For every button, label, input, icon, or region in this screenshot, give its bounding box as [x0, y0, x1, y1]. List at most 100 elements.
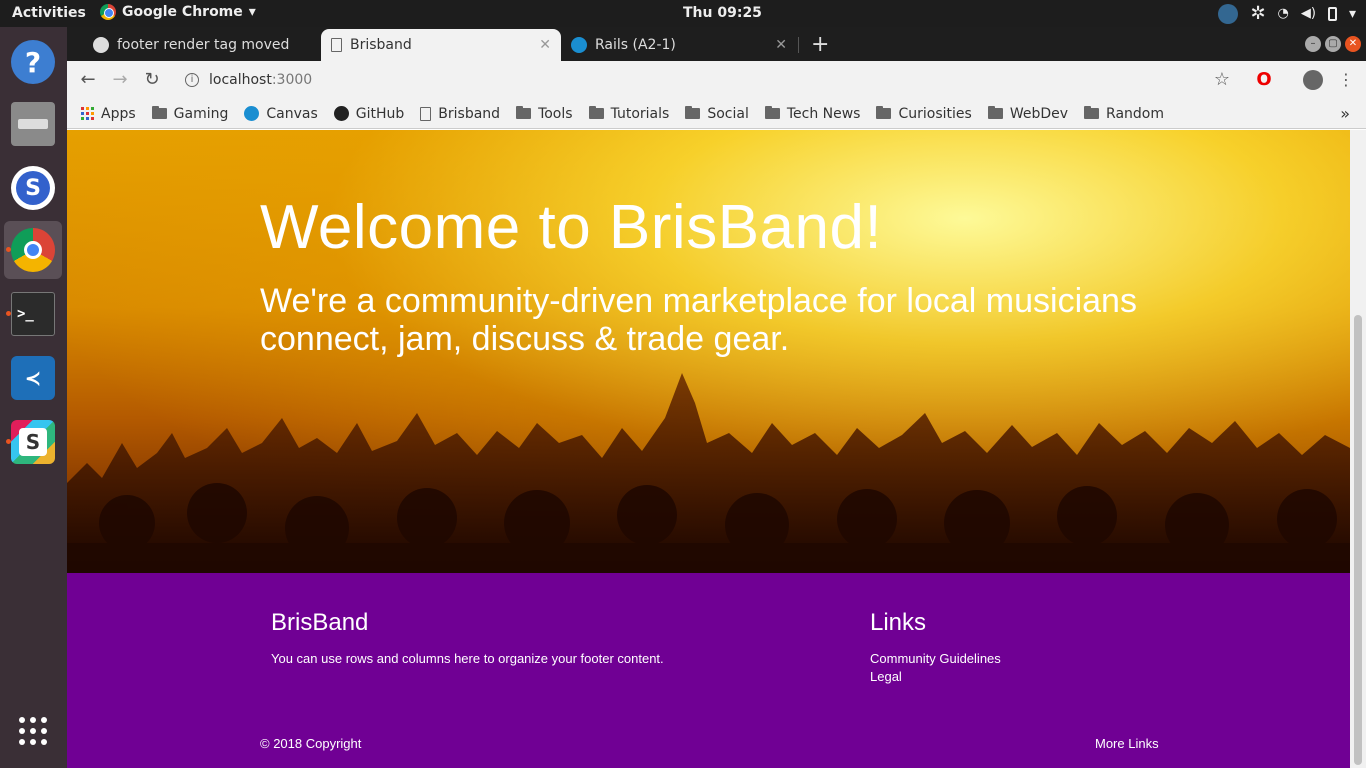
battery-icon[interactable] — [1327, 6, 1337, 21]
bookmark-brisband[interactable]: Brisband — [420, 106, 500, 122]
reload-button[interactable]: ↻ — [141, 69, 163, 91]
url-port: :3000 — [271, 72, 313, 88]
chrome-icon — [11, 228, 55, 272]
dock-simplenote[interactable]: S — [4, 159, 62, 217]
more-bookmarks-button[interactable]: » — [1340, 104, 1350, 123]
app-name: Google Chrome — [122, 4, 243, 20]
activities-button[interactable]: Activities — [12, 5, 86, 21]
bookmark-social[interactable]: Social — [685, 106, 749, 122]
folder-icon — [588, 106, 604, 119]
apps-grid-icon — [81, 107, 94, 120]
tab-title: footer render tag moved — [117, 37, 290, 53]
page-icon — [420, 106, 432, 121]
close-tab-icon[interactable]: ✕ — [775, 37, 787, 53]
tab-brisband[interactable]: Brisband ✕ — [321, 29, 561, 61]
dock-terminal[interactable]: >_ — [4, 285, 62, 343]
new-tab-button[interactable]: + — [811, 32, 829, 57]
dock-vscode[interactable]: ≺ — [4, 349, 62, 407]
dock-chrome[interactable] — [4, 221, 62, 279]
running-indicator — [6, 311, 11, 316]
bookmark-curiosities[interactable]: Curiosities — [876, 106, 972, 122]
bookmark-label: Gaming — [173, 105, 229, 122]
app-menu[interactable]: Google Chrome ▾ — [100, 4, 256, 20]
back-button[interactable]: ← — [77, 69, 99, 91]
folder-icon — [764, 106, 780, 119]
app-grid-icon — [19, 717, 47, 745]
chrome-icon — [100, 4, 116, 20]
url-host: localhost — [209, 72, 272, 88]
terminal-icon: >_ — [11, 292, 55, 336]
opera-extension-icon[interactable]: O — [1253, 69, 1275, 91]
wifi-icon[interactable]: ◔ — [1278, 6, 1289, 21]
footer-more-links[interactable]: More Links — [1095, 736, 1159, 751]
profile-avatar[interactable] — [1303, 70, 1323, 90]
bookmark-label: GitHub — [355, 105, 405, 122]
bookmark-star-icon[interactable]: ☆ — [1211, 69, 1233, 91]
dock-files[interactable] — [4, 95, 62, 153]
bookmark-github[interactable]: GitHub — [333, 105, 405, 122]
footer-links-title: Links — [870, 609, 927, 636]
postgres-icon[interactable] — [1218, 3, 1239, 24]
system-tray[interactable]: ✲ ◔ ◀) ▾ — [1218, 3, 1356, 24]
github-icon — [333, 106, 349, 121]
bookmark-tech-news[interactable]: Tech News — [764, 105, 861, 122]
clock[interactable]: Thu 09:25 — [683, 5, 762, 21]
footer-link-community-guidelines[interactable]: Community Guidelines — [870, 651, 1001, 666]
simplenote-icon: S — [11, 166, 55, 210]
canvas-icon — [244, 106, 260, 121]
tab-rails[interactable]: Rails (A2-1) ✕ — [561, 29, 797, 61]
dock-slack[interactable]: S — [4, 413, 62, 471]
footer-link-legal[interactable]: Legal — [870, 669, 902, 684]
page-icon — [331, 38, 342, 52]
bookmark-apps[interactable]: Apps — [81, 106, 136, 122]
page-viewport[interactable]: Welcome to BrisBand! We're a community-d… — [67, 130, 1350, 768]
minimize-button[interactable]: – — [1305, 36, 1321, 52]
bookmark-tutorials[interactable]: Tutorials — [588, 106, 669, 122]
bookmark-gaming[interactable]: Gaming — [151, 105, 229, 122]
files-icon — [11, 102, 55, 146]
system-menu-chevron-icon[interactable]: ▾ — [1349, 6, 1356, 22]
running-indicator — [6, 439, 11, 444]
folder-icon — [987, 106, 1003, 119]
dock-help[interactable]: ? — [4, 33, 62, 91]
close-tab-icon[interactable]: ✕ — [539, 37, 551, 53]
browser-toolbar: ← → ↻ i localhost:3000 ☆ O ⋮ — [67, 61, 1366, 99]
bookmark-label: Canvas — [266, 105, 318, 122]
folder-icon — [516, 106, 532, 119]
bookmark-label: Social — [707, 105, 749, 122]
footer-copyright: © 2018 Copyright — [260, 736, 362, 751]
bookmark-tools[interactable]: Tools — [516, 106, 573, 122]
browser-window: footer render tag moved Brisband ✕ Rails… — [67, 27, 1366, 768]
volume-icon[interactable]: ◀) — [1301, 6, 1316, 21]
github-icon — [93, 37, 109, 53]
slack-icon: S — [11, 420, 55, 464]
settings-gear-icon[interactable]: ✲ — [1250, 3, 1265, 24]
forward-button[interactable]: → — [109, 69, 131, 91]
footer-brand-text: You can use rows and columns here to org… — [271, 651, 664, 666]
show-applications-button[interactable] — [4, 703, 62, 759]
bookmark-label: WebDev — [1009, 105, 1069, 122]
bookmark-label: Apps — [101, 105, 136, 122]
bookmark-label: Brisband — [438, 105, 501, 122]
hero-subtitle: We're a community-driven marketplace for… — [260, 282, 1137, 358]
bookmark-canvas[interactable]: Canvas — [244, 105, 318, 122]
bookmark-label: Random — [1106, 105, 1164, 122]
tab-footer-render[interactable]: footer render tag moved — [83, 29, 319, 61]
bookmark-label: Tech News — [786, 105, 861, 122]
tab-separator — [798, 37, 799, 53]
bookmark-random[interactable]: Random — [1084, 106, 1164, 122]
maximize-button[interactable]: ▢ — [1325, 36, 1341, 52]
bookmark-webdev[interactable]: WebDev — [987, 105, 1069, 122]
system-top-bar: Activities Google Chrome ▾ Thu 09:25 ✲ ◔… — [0, 0, 1366, 27]
hero-section: Welcome to BrisBand! We're a community-d… — [67, 130, 1350, 573]
address-bar[interactable]: i localhost:3000 — [179, 66, 1189, 94]
scrollbar-thumb[interactable] — [1354, 315, 1362, 765]
menu-kebab-icon[interactable]: ⋮ — [1335, 69, 1357, 91]
dock: ? S >_ ≺ S — [0, 27, 67, 768]
tab-title: Brisband — [350, 37, 412, 53]
chevron-down-icon: ▾ — [248, 4, 256, 20]
page-scrollbar[interactable] — [1350, 130, 1366, 768]
footer-brand-title: BrisBand — [271, 609, 369, 636]
info-icon[interactable]: i — [185, 73, 199, 87]
close-window-button[interactable]: ✕ — [1345, 36, 1361, 52]
